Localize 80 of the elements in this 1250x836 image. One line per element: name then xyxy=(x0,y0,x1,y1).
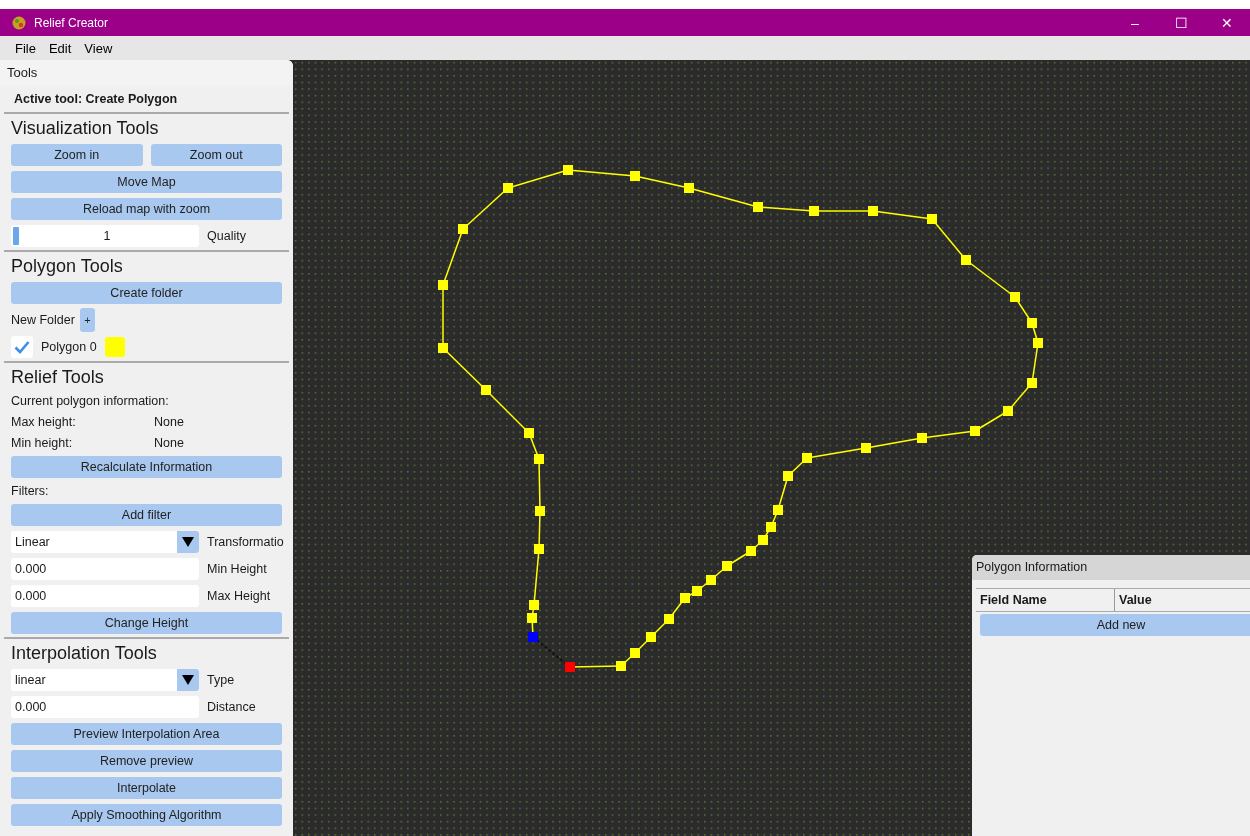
vertex-handle[interactable] xyxy=(970,426,980,436)
field-label: Quality xyxy=(207,228,246,243)
vertex-handle[interactable] xyxy=(534,454,544,464)
field-label: Distance xyxy=(207,699,256,714)
tool-button[interactable]: Reload map with zoom xyxy=(11,197,282,220)
end-vertex-handle[interactable] xyxy=(565,662,575,672)
layer-label: Polygon 0 xyxy=(41,339,97,354)
tool-button[interactable]: Add filter xyxy=(11,503,282,526)
tool-button[interactable]: Zoom in xyxy=(11,143,143,166)
vertex-handle[interactable] xyxy=(458,224,468,234)
vertex-handle[interactable] xyxy=(1003,406,1013,416)
vertex-handle[interactable] xyxy=(534,544,544,554)
app-logo-icon xyxy=(12,15,26,30)
quality-value: 1 xyxy=(102,228,112,243)
section-heading: Interpolation Tools xyxy=(10,642,158,665)
dropdown[interactable]: Linear xyxy=(11,530,199,553)
tool-button[interactable]: Zoom out xyxy=(150,143,282,166)
layer-checkbox[interactable] xyxy=(11,335,33,358)
info-label: Min height: xyxy=(11,435,74,450)
section-heading: Polygon Tools xyxy=(10,255,124,278)
menu-item[interactable]: Edit xyxy=(41,40,78,56)
vertex-handle[interactable] xyxy=(868,206,878,216)
vertex-handle[interactable] xyxy=(809,206,819,216)
start-vertex-handle[interactable] xyxy=(528,632,538,642)
input-field[interactable]: 0.000 xyxy=(11,584,199,607)
dropdown[interactable]: linear xyxy=(11,668,199,691)
add-new-button[interactable]: Add new xyxy=(980,614,1250,636)
window-title: Relief Creator xyxy=(34,15,110,30)
tool-button[interactable]: Create folder xyxy=(11,281,282,304)
info-value: None xyxy=(154,435,184,450)
vertex-handle[interactable] xyxy=(917,433,927,443)
tool-button[interactable]: Remove preview xyxy=(11,749,282,772)
close-button[interactable]: ✕ xyxy=(1204,14,1250,31)
active-tool-label: Active tool: Create Polygon xyxy=(4,86,289,114)
vertex-handle[interactable] xyxy=(1010,292,1020,302)
vertex-handle[interactable] xyxy=(503,183,513,193)
dropdown-arrow-icon xyxy=(182,674,194,685)
tool-button[interactable]: Recalculate Information xyxy=(11,455,282,478)
vertex-handle[interactable] xyxy=(535,506,545,516)
vertex-handle[interactable] xyxy=(1027,378,1037,388)
vertex-handle[interactable] xyxy=(861,443,871,453)
tool-button[interactable]: Change Height xyxy=(11,611,282,634)
column-header: Field Name xyxy=(976,589,1115,611)
dropdown-arrow-icon xyxy=(182,536,194,547)
menu-item[interactable]: File xyxy=(8,40,42,56)
vertex-handle[interactable] xyxy=(684,183,694,193)
info-text: Current polygon information: xyxy=(11,393,169,408)
info-text: Filters: xyxy=(11,483,49,498)
menu-item[interactable]: View xyxy=(77,40,119,56)
column-header: Value xyxy=(1118,592,1152,609)
vertex-handle[interactable] xyxy=(927,214,937,224)
info-value: None xyxy=(154,414,184,429)
section-heading: Visualization Tools xyxy=(10,117,160,140)
section-heading: Relief Tools xyxy=(10,366,105,389)
vertex-handle[interactable] xyxy=(961,255,971,265)
minimize-button[interactable]: – xyxy=(1112,14,1158,31)
tool-button[interactable]: Apply Smoothing Algorithm xyxy=(11,803,282,826)
vertex-handle[interactable] xyxy=(524,428,534,438)
input-field[interactable]: 0.000 xyxy=(11,695,199,718)
input-field[interactable]: 0.000 xyxy=(11,557,199,580)
info-label: Max height: xyxy=(11,414,77,429)
quality-slider[interactable]: 1 xyxy=(11,224,199,247)
field-label: Min Height xyxy=(207,561,267,576)
tool-button[interactable]: Interpolate xyxy=(11,776,282,799)
vertex-handle[interactable] xyxy=(753,202,763,212)
folder-label: New Folder xyxy=(11,312,75,327)
panel-title: Polygon Information xyxy=(972,555,1250,580)
tool-button[interactable]: Preview Interpolation Area xyxy=(11,722,282,745)
vertex-handle[interactable] xyxy=(481,385,491,395)
color-swatch[interactable] xyxy=(104,336,125,357)
vertex-handle[interactable] xyxy=(438,343,448,353)
maximize-button[interactable]: ☐ xyxy=(1158,14,1204,31)
field-label: Transformatio xyxy=(207,534,284,549)
vertex-handle[interactable] xyxy=(630,171,640,181)
tool-button[interactable]: Move Map xyxy=(11,170,282,193)
field-label: Max Height xyxy=(207,588,271,603)
vertex-handle[interactable] xyxy=(563,165,573,175)
add-button[interactable]: + xyxy=(79,307,95,332)
field-label: Type xyxy=(207,672,235,687)
vertex-handle[interactable] xyxy=(438,280,448,290)
